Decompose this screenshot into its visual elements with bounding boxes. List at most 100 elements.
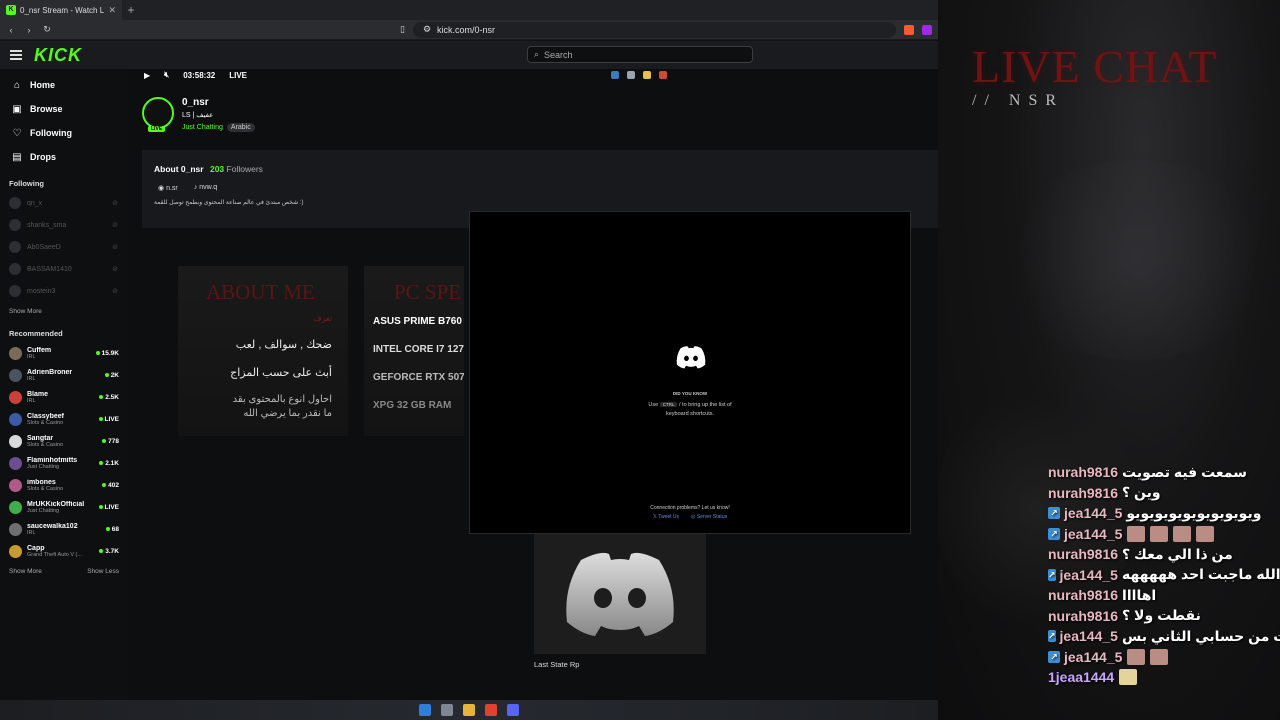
recommended-item[interactable]: Blame IRL 2.5K (0, 386, 128, 408)
start-icon[interactable] (419, 704, 431, 716)
browser-tab[interactable]: K 0_nsr Stream - Watch Live on Ki ✕ (0, 0, 122, 20)
brave-rewards-icon[interactable] (922, 24, 932, 35)
emote-icon (1127, 648, 1146, 665)
spec-line: ASUS PRIME B760 P (373, 316, 464, 327)
browser-window: K 0_nsr Stream - Watch Live on Ki ✕ + ‹ … (0, 0, 938, 700)
recommended-footer: Show More Show Less (0, 568, 128, 575)
sidebar-nav-following[interactable]: ♡ Following (0, 121, 128, 145)
emote-icon (1150, 648, 1169, 665)
chat-message: nurah9816 نقطت ولا ؟ (1048, 606, 1280, 627)
recommended-item[interactable]: Cuffem IRL 15.9K (0, 342, 128, 364)
recommended-info: AdrienBroner IRL (27, 369, 100, 382)
discord-link[interactable]: ◉ n.sr (158, 184, 178, 192)
chat-text: نقطت ولا ؟ (1122, 607, 1201, 624)
recommended-item[interactable]: MrUKKickOfficial Just Chatting LIVE (0, 496, 128, 518)
sidebar-nav-home[interactable]: ⌂ Home (0, 73, 128, 97)
mute-icon[interactable]: 🔇︎ (164, 70, 169, 80)
avatar (9, 478, 22, 492)
new-tab-icon[interactable]: + (122, 3, 140, 17)
sidebar-nav-drops[interactable]: ▤ Drops (0, 145, 128, 169)
reload-icon[interactable]: ↻ (42, 24, 52, 35)
following-name: mostein3 (27, 287, 56, 295)
bookmark-icon[interactable]: ▯ (400, 24, 405, 35)
recommended-info: Cuffem IRL (27, 347, 91, 360)
chat-message: ↗jea144_5لا والله ماجبت احد هههههه (1048, 565, 1280, 586)
folder-icon (643, 71, 652, 79)
show-less-button[interactable]: Show Less (87, 568, 119, 575)
brave-shield-icon[interactable] (904, 24, 914, 35)
chat-username: nurah9816 (1048, 607, 1119, 624)
url-field[interactable]: ⚙ kick.com/0-nsr (412, 21, 896, 38)
recommended-item[interactable]: saucewalka102 IRL 68 (0, 518, 128, 540)
discord-panel-label: Last State Rp (534, 660, 580, 669)
play-icon[interactable]: ▶ (144, 71, 150, 80)
recommended-category: IRL (27, 375, 36, 382)
following-item[interactable]: qn_x ⊘ (0, 192, 128, 214)
discord-taskbar-icon[interactable] (507, 704, 519, 716)
kick-logo[interactable]: KICK (34, 45, 82, 66)
menu-icon[interactable] (10, 50, 22, 60)
brave-icon (659, 71, 668, 79)
tweet-us-link[interactable]: 𝕏 Tweet Us (653, 514, 679, 520)
app-icon (611, 71, 620, 79)
channel-bio: شخص مبتدئ في عالم صناعة المحتوى وبطمح تو… (154, 200, 304, 206)
site-info-icon[interactable]: ⚙ (423, 24, 431, 35)
file-explorer-icon[interactable] (463, 704, 475, 716)
home-icon: ⌂ (13, 79, 21, 91)
close-tab-icon[interactable]: ✕ (108, 5, 116, 16)
recommended-category: Slots & Casino (27, 441, 64, 448)
offline-icon: ⊘ (112, 200, 118, 207)
recommended-item[interactable]: Classybeef Slots & Casino LIVE (0, 408, 128, 430)
sidebar-nav-browse[interactable]: ▣ Browse (0, 97, 128, 121)
language-tag[interactable]: Arabic (226, 123, 255, 132)
following-item[interactable]: BASSAM1410 ⊘ (0, 258, 128, 280)
discord-panel[interactable] (534, 532, 706, 654)
recommended-item[interactable]: imbones Slots & Casino 402 (0, 474, 128, 496)
spec-line: GEFORCE RTX 5070 (373, 372, 464, 383)
about-line: احاول انوع بالمحتوى بقد (232, 394, 332, 405)
search-input[interactable]: ⌕ Search (527, 46, 753, 63)
category-link[interactable]: Just Chatting (182, 124, 223, 131)
chat-username: jea144_5 (1064, 505, 1123, 522)
recommended-item[interactable]: AdrienBroner IRL 2K (0, 364, 128, 386)
about-heading: About 0_nsr (154, 164, 204, 174)
recommended-item[interactable]: Sangtar Slots & Casino 778 (0, 430, 128, 452)
forward-icon[interactable]: › (24, 25, 34, 35)
show-more-button[interactable]: Show More (9, 308, 42, 315)
tab-title: 0_nsr Stream - Watch Live on Ki (20, 5, 105, 15)
chat-username: nurah9816 (1048, 587, 1119, 604)
live-indicator: LIVE (229, 70, 248, 80)
channel-name[interactable]: 0_nsr (182, 97, 255, 108)
chat-message: nurah9816 وين ؟ (1048, 483, 1280, 504)
did-you-know: DID YOU KNOW (672, 391, 708, 396)
chat-username: nurah9816 (1048, 484, 1119, 501)
recommended-item[interactable]: Capp Grand Theft Auto V (... 3.7K (0, 540, 128, 562)
server-status-link[interactable]: ◎ Server Status (691, 514, 727, 520)
avatar[interactable]: LIVE (142, 97, 174, 132)
emote-icon (1119, 669, 1138, 686)
viewer-count: 68 (106, 526, 119, 533)
pc-specs-panel: PC SPE ASUS PRIME B760 P INTEL CORE I7 1… (364, 266, 464, 436)
recommended-name: AdrienBroner (27, 368, 73, 376)
tiktok-link[interactable]: ♪ nvw.q (194, 184, 217, 192)
recommended-category: Grand Theft Auto V (... (27, 551, 82, 558)
chat-username: 1jeaa1444 (1048, 669, 1115, 686)
following-item[interactable]: shanks_sma ⊘ (0, 214, 128, 236)
address-bar: ‹ › ↻ ▯ ⚙ kick.com/0-nsr (0, 20, 938, 40)
recommended-item[interactable]: Flaminhotmitts Just Chatting 2.1K (0, 452, 128, 474)
kick-header: KICK ⌕ Search (0, 41, 938, 69)
following-item[interactable]: Ab0SaeeD ⊘ (0, 236, 128, 258)
show-more-button[interactable]: Show More (9, 568, 42, 575)
connection-text: Connection problems? Let us know! (650, 505, 730, 511)
sidebar-nav-label: Following (30, 128, 72, 138)
brave-browser-icon[interactable] (485, 704, 497, 716)
browse-icon: ▣ (12, 103, 22, 115)
offline-icon: ⊘ (112, 222, 118, 229)
offline-icon: ⊘ (112, 266, 118, 273)
back-icon[interactable]: ‹ (6, 25, 16, 35)
task-view-icon[interactable] (441, 704, 453, 716)
following-item[interactable]: mostein3 ⊘ (0, 280, 128, 302)
chat-username: jea144_5 (1059, 628, 1118, 645)
about-small: تعرف (313, 314, 332, 323)
viewer-count: 778 (102, 438, 119, 445)
